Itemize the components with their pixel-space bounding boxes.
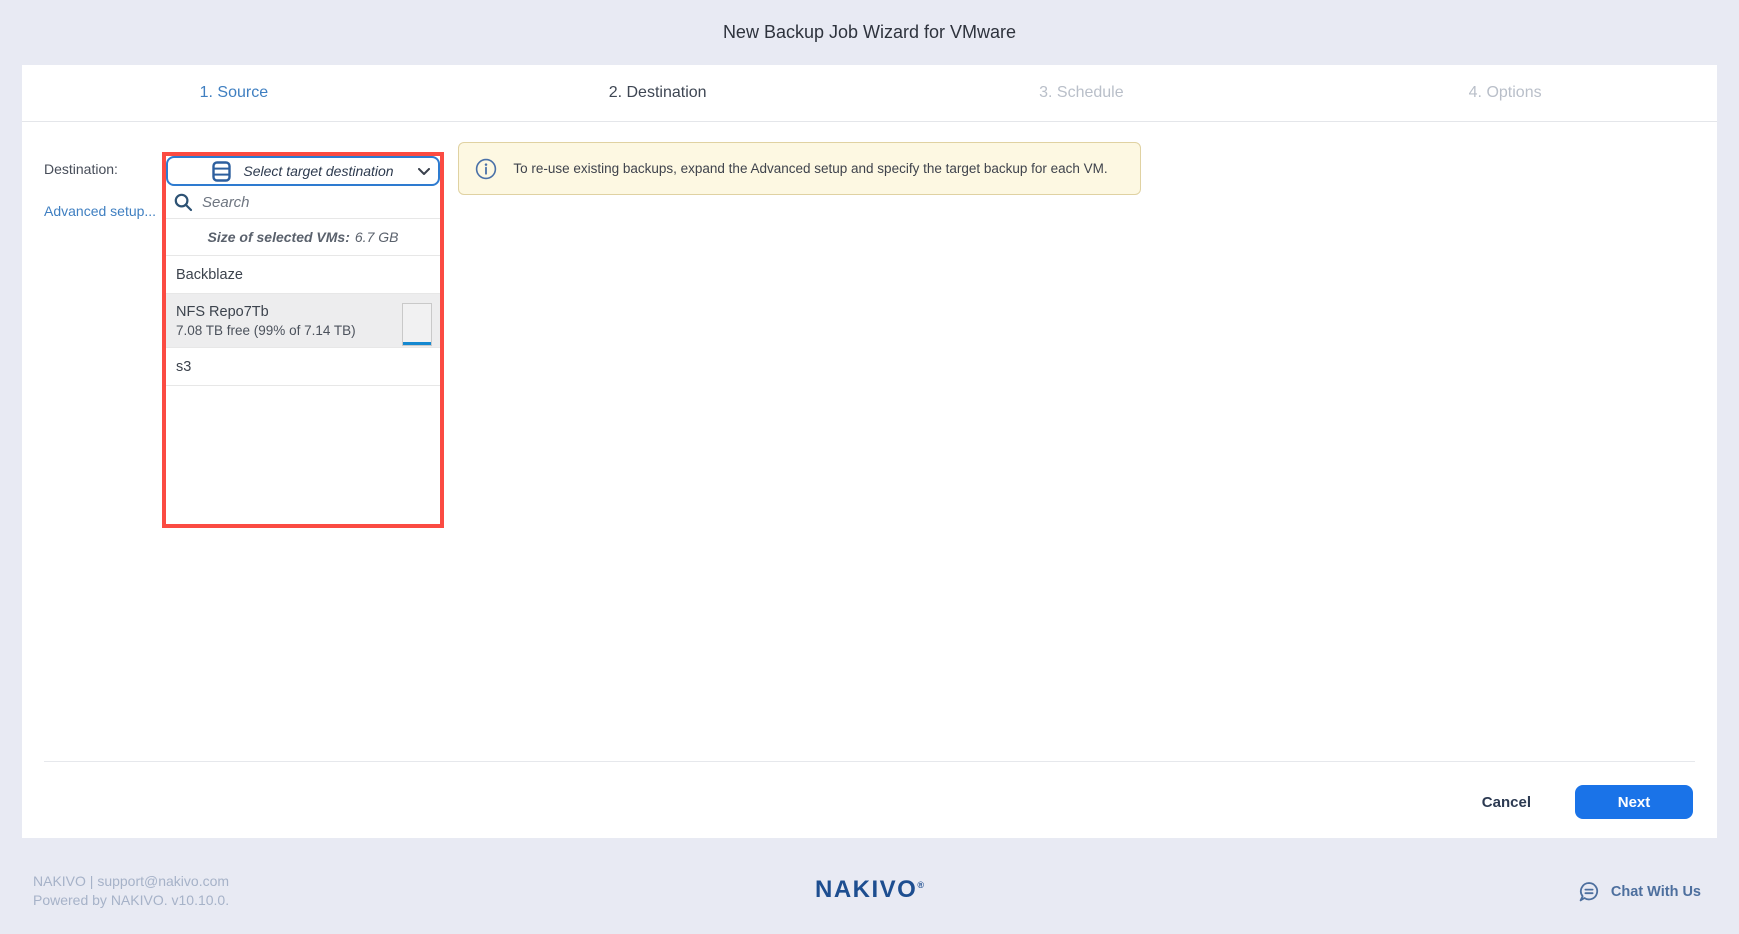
option-detail: 7.08 TB free (99% of 7.14 TB) xyxy=(176,323,430,338)
chat-with-us[interactable]: Chat With Us xyxy=(1577,880,1701,904)
search-row xyxy=(166,186,440,219)
capacity-used-bar xyxy=(403,342,431,345)
page: New Backup Job Wizard for VMware 1. Sour… xyxy=(0,0,1739,934)
dropdown-option-s3[interactable]: s3 xyxy=(166,348,440,386)
nakivo-logo-text: NAKIVO xyxy=(815,876,917,903)
tab-options: 4. Options xyxy=(1293,65,1717,121)
info-icon xyxy=(475,158,497,180)
chevron-down-icon xyxy=(418,168,430,176)
search-input[interactable] xyxy=(202,194,432,211)
cancel-button[interactable]: Cancel xyxy=(1482,794,1531,811)
tab-source[interactable]: 1. Source xyxy=(22,65,446,121)
page-title: New Backup Job Wizard for VMware xyxy=(0,0,1739,65)
info-banner: To re-use existing backups, expand the A… xyxy=(458,142,1141,195)
annotation-highlight: Select target destination Size of select… xyxy=(162,152,444,528)
database-icon xyxy=(212,161,231,182)
footer-separator xyxy=(44,761,1695,762)
tab-schedule: 3. Schedule xyxy=(870,65,1294,121)
capacity-indicator xyxy=(402,303,432,346)
destination-dropdown-panel: Size of selected VMs: 6.7 GB Backblaze N… xyxy=(166,186,440,524)
destination-label: Destination: xyxy=(44,161,118,177)
option-name: Backblaze xyxy=(176,267,430,283)
option-name: s3 xyxy=(176,359,430,375)
advanced-setup-link[interactable]: Advanced setup... xyxy=(44,203,156,219)
nakivo-logo: NAKIVO® xyxy=(0,876,1739,904)
tab-destination[interactable]: 2. Destination xyxy=(446,65,870,121)
option-name: NFS Repo7Tb xyxy=(176,304,430,320)
chat-bubble-icon xyxy=(1577,880,1601,904)
next-button[interactable]: Next xyxy=(1575,785,1693,819)
destination-select[interactable]: Select target destination xyxy=(166,156,440,186)
chat-label: Chat With Us xyxy=(1611,884,1701,900)
size-summary: Size of selected VMs: 6.7 GB xyxy=(166,219,440,256)
wizard-actions: Cancel Next xyxy=(1482,785,1693,819)
registered-mark: ® xyxy=(917,880,924,890)
size-summary-label: Size of selected VMs: xyxy=(208,229,350,245)
dropdown-option-backblaze[interactable]: Backblaze xyxy=(166,256,440,294)
step-tabs: 1. Source 2. Destination 3. Schedule 4. … xyxy=(22,65,1717,122)
wizard-card: 1. Source 2. Destination 3. Schedule 4. … xyxy=(22,65,1717,838)
search-icon xyxy=(174,193,193,212)
size-summary-value: 6.7 GB xyxy=(355,229,399,245)
dropdown-option-nfs-repo7tb[interactable]: NFS Repo7Tb 7.08 TB free (99% of 7.14 TB… xyxy=(166,294,440,348)
select-placeholder: Select target destination xyxy=(243,163,393,179)
info-banner-text: To re-use existing backups, expand the A… xyxy=(497,161,1124,176)
